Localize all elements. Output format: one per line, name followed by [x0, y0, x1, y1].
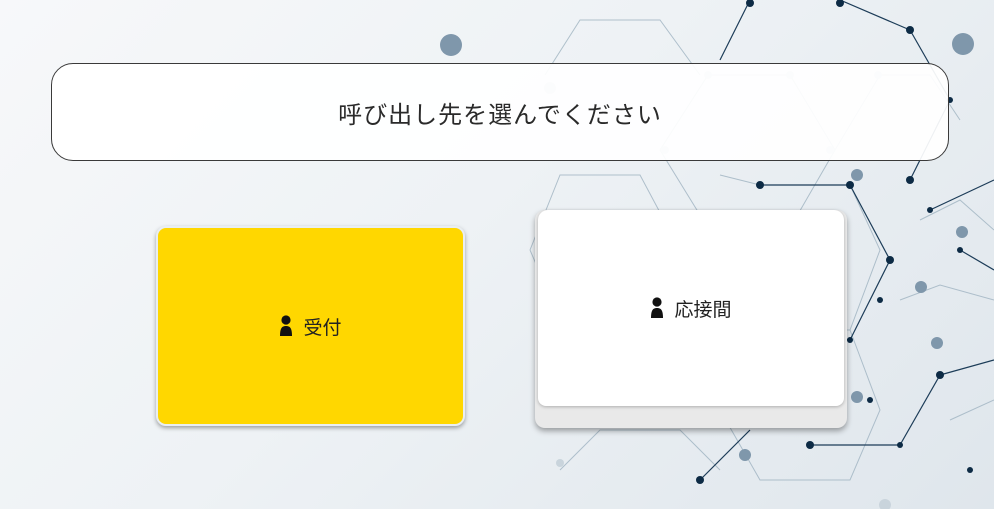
reception-label: 受付 [303, 316, 342, 339]
destination-button-reception[interactable]: 受付 [156, 226, 465, 426]
person-icon [651, 297, 664, 318]
instruction-banner: 呼び出し先を選んでください [51, 63, 949, 161]
page-title: 呼び出し先を選んでください [338, 100, 662, 129]
person-icon [280, 315, 293, 336]
parlor-label: 応接間 [674, 298, 732, 321]
destination-button-parlor[interactable]: 応接間 [538, 210, 844, 406]
